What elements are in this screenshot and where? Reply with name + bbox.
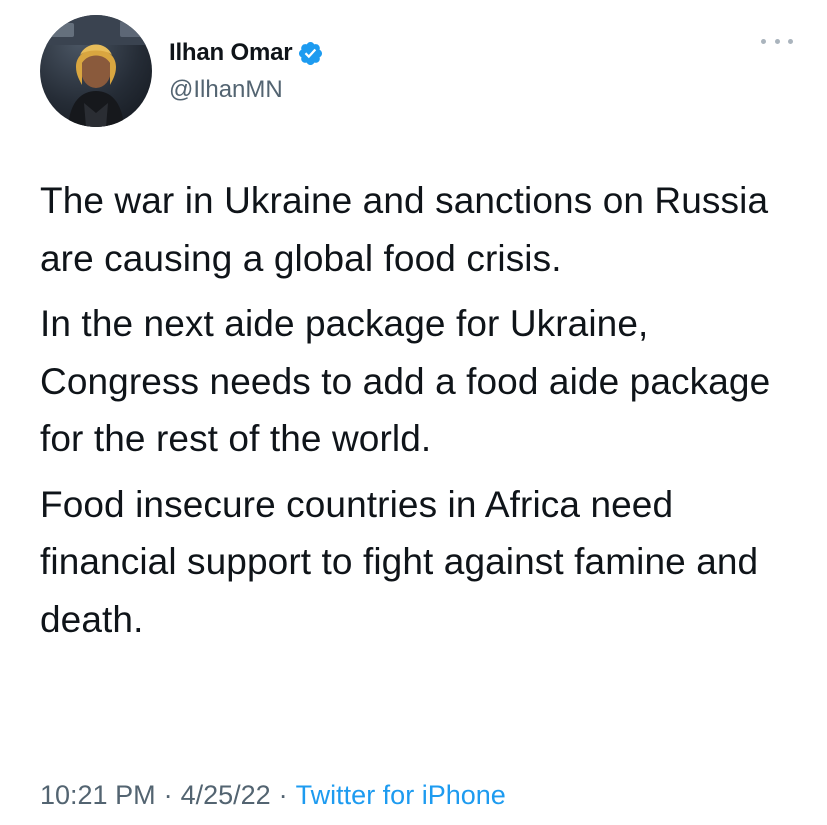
tweet-paragraph: Food insecure countries in Africa need f… bbox=[40, 483, 759, 640]
tweet-header: Ilhan Omar @IlhanMN bbox=[40, 15, 797, 127]
name-row: Ilhan Omar bbox=[169, 38, 324, 68]
verified-badge-icon bbox=[297, 40, 324, 67]
tweet-time[interactable]: 10:21 PM bbox=[40, 780, 156, 810]
tweet-card: Ilhan Omar @IlhanMN The war in Ukraine a… bbox=[0, 0, 827, 825]
meta-separator: · bbox=[278, 780, 288, 810]
tweet-paragraph: The war in Ukraine and sanctions on Russ… bbox=[40, 180, 769, 279]
avatar[interactable] bbox=[40, 15, 152, 127]
tweet-text: The war in Ukraine and sanctions on Russ… bbox=[40, 172, 810, 656]
avatar-image bbox=[40, 15, 152, 127]
tweet-paragraph: In the next aide package for Ukraine, Co… bbox=[40, 303, 771, 459]
tweet-source-link[interactable]: Twitter for iPhone bbox=[296, 780, 506, 810]
more-dot bbox=[774, 38, 780, 44]
author-name[interactable]: Ilhan Omar bbox=[169, 39, 293, 67]
more-dot bbox=[761, 38, 766, 44]
meta-separator: · bbox=[163, 780, 173, 810]
tweet-meta: 10:21 PM · 4/25/22 · Twitter for iPhone bbox=[40, 780, 506, 811]
tweet-date[interactable]: 4/25/22 bbox=[181, 780, 271, 810]
more-dot bbox=[788, 38, 793, 44]
author-identity: Ilhan Omar @IlhanMN bbox=[169, 38, 324, 104]
author-handle[interactable]: @IlhanMN bbox=[169, 76, 324, 104]
more-options-icon[interactable] bbox=[757, 31, 797, 51]
